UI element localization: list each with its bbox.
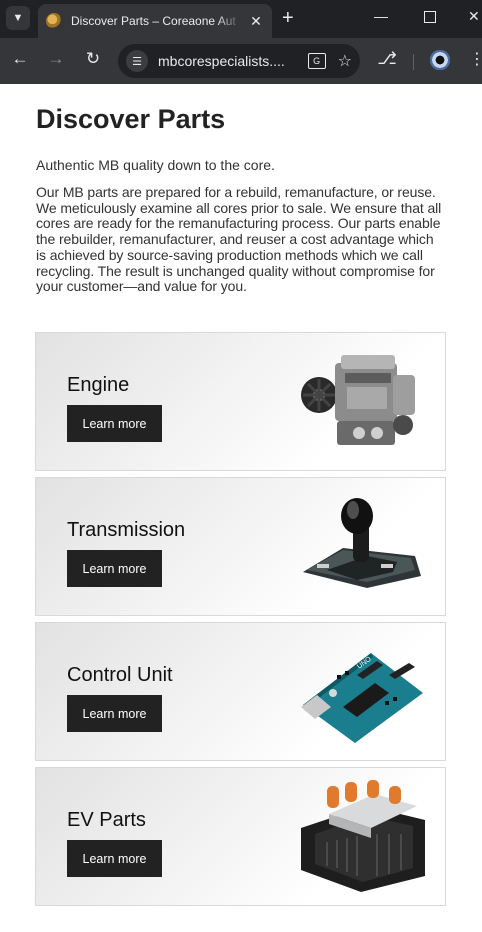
active-tab[interactable]: Discover Parts – Coreaone Aut ✕ — [38, 4, 272, 38]
card-title: Transmission — [67, 519, 186, 541]
learn-more-button[interactable]: Learn more — [67, 840, 162, 877]
url-text[interactable]: mbcorespecialists.... — [158, 53, 308, 69]
forward-icon[interactable]: → — [44, 49, 68, 69]
reload-icon[interactable]: ↻ — [81, 49, 105, 69]
card-title: Engine — [67, 374, 130, 396]
maximize-icon[interactable] — [424, 8, 436, 26]
favicon-icon — [46, 13, 62, 29]
toolbar-divider — [413, 54, 414, 70]
learn-more-button[interactable]: Learn more — [67, 695, 162, 732]
close-icon[interactable]: ✕ — [248, 13, 264, 30]
tab-search-icon[interactable]: ▼ — [6, 6, 30, 30]
profile-icon[interactable] — [430, 50, 450, 70]
page-tagline: Authentic MB quality down to the core. — [36, 157, 275, 173]
tab-strip: ▼ Discover Parts – Coreaone Aut ✕ + — ✕ — [0, 0, 482, 38]
ev-battery-module-image — [301, 780, 425, 892]
translate-icon[interactable]: G — [307, 53, 326, 69]
address-bar[interactable]: ☰ mbcorespecialists.... G ☆ — [118, 44, 360, 78]
card-title: EV Parts — [67, 809, 146, 831]
window-close-icon[interactable]: ✕ — [468, 8, 480, 25]
star-icon[interactable]: ☆ — [338, 51, 352, 71]
browser-toolbar: ← → ↻ ☰ mbcorespecialists.... G ☆ ⎇ ⋮ — [0, 38, 482, 84]
learn-more-button[interactable]: Learn more — [67, 550, 162, 587]
learn-more-button[interactable]: Learn more — [67, 405, 162, 442]
new-tab-button[interactable]: + — [282, 7, 294, 30]
menu-icon[interactable]: ⋮ — [465, 49, 482, 69]
category-cards: Engine Learn more Transmission Learn mor… — [35, 332, 446, 912]
card-engine[interactable]: Engine Learn more — [35, 332, 446, 471]
gear-shifter-image — [303, 498, 421, 588]
page-title: Discover Parts — [36, 104, 226, 134]
page-content: Discover Parts Authentic MB quality down… — [0, 84, 482, 906]
card-title: Control Unit — [67, 664, 173, 686]
minimize-icon[interactable]: — — [374, 8, 388, 24]
back-icon[interactable]: ← — [8, 49, 32, 69]
card-ev-parts[interactable]: EV Parts Learn more — [35, 767, 446, 906]
page-description: Our MB parts are prepared for a rebuild,… — [36, 184, 442, 295]
site-info-icon[interactable]: ☰ — [126, 50, 148, 72]
card-control-unit[interactable]: Control Unit Learn more UNO — [35, 622, 446, 761]
extensions-icon[interactable]: ⎇ — [375, 49, 399, 69]
engine-image — [301, 355, 415, 445]
card-transmission[interactable]: Transmission Learn more — [35, 477, 446, 616]
tab-title: Discover Parts – Coreaone Aut — [71, 14, 236, 28]
circuit-board-image: UNO — [301, 653, 423, 743]
